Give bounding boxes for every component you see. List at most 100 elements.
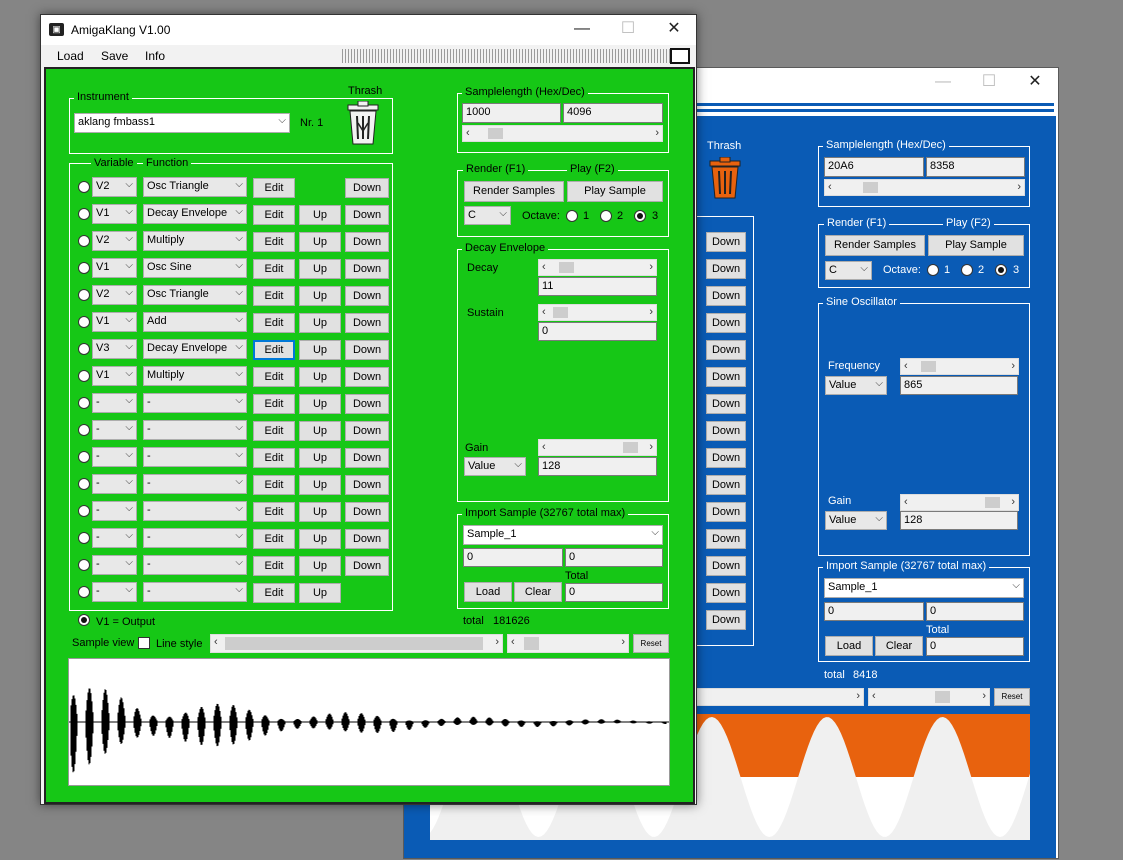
back-down-button[interactable]: Down	[706, 340, 746, 360]
up-button[interactable]: Up	[299, 556, 341, 576]
line-style-checkbox[interactable]	[138, 637, 150, 649]
back-samplelength-scrollbar[interactable]: ‹ ›	[824, 179, 1025, 196]
variable-select[interactable]: V2 ⌵	[92, 285, 137, 305]
menu-load[interactable]: Load	[57, 49, 84, 63]
up-button[interactable]: Up	[299, 475, 341, 495]
back-note-select[interactable]: C ⌵	[825, 261, 872, 280]
variable-select[interactable]: - ⌵	[92, 555, 137, 575]
down-button[interactable]: Down	[345, 394, 389, 414]
back-down-button[interactable]: Down	[706, 448, 746, 468]
row-radio[interactable]	[78, 559, 90, 571]
trash-icon[interactable]	[346, 100, 380, 145]
up-button[interactable]: Up	[299, 448, 341, 468]
edit-button[interactable]: Edit	[253, 394, 295, 414]
back-import-field-b[interactable]: 0	[926, 602, 1024, 621]
edit-button[interactable]: Edit	[253, 556, 295, 576]
back-import-field-a[interactable]: 0	[824, 602, 924, 621]
row-radio[interactable]	[78, 289, 90, 301]
edit-button[interactable]: Edit	[253, 475, 295, 495]
variable-select[interactable]: - ⌵	[92, 501, 137, 521]
back-down-button[interactable]: Down	[706, 286, 746, 306]
function-select[interactable]: - ⌵	[143, 474, 247, 494]
up-button[interactable]: Up	[299, 340, 341, 360]
function-select[interactable]: Osc Triangle ⌵	[143, 285, 247, 305]
row-radio[interactable]	[78, 208, 90, 220]
function-select[interactable]: Decay Envelope ⌵	[143, 204, 247, 224]
import-clear-button[interactable]: Clear	[514, 582, 562, 602]
edit-button[interactable]: Edit	[253, 286, 295, 306]
function-select[interactable]: Multiply ⌵	[143, 366, 247, 386]
row-radio[interactable]	[78, 505, 90, 517]
variable-select[interactable]: V1 ⌵	[92, 312, 137, 332]
back-play-sample-button[interactable]: Play Sample	[928, 235, 1024, 256]
back-trash-icon[interactable]	[707, 156, 743, 199]
row-radio[interactable]	[78, 586, 90, 598]
up-button[interactable]: Up	[299, 286, 341, 306]
back-octave-1-radio[interactable]	[927, 264, 939, 276]
back-frequency-scrollbar[interactable]: ‹ ›	[900, 358, 1019, 375]
down-button[interactable]: Down	[345, 475, 389, 495]
function-select[interactable]: - ⌵	[143, 555, 247, 575]
up-button[interactable]: Up	[299, 583, 341, 603]
menu-save[interactable]: Save	[101, 49, 128, 63]
gain-field[interactable]: 128	[538, 457, 657, 476]
back-down-button[interactable]: Down	[706, 502, 746, 522]
variable-select[interactable]: - ⌵	[92, 420, 137, 440]
minimize-button[interactable]: —	[559, 15, 605, 45]
up-button[interactable]: Up	[299, 421, 341, 441]
edit-button[interactable]: Edit	[253, 529, 295, 549]
back-down-button[interactable]: Down	[706, 610, 746, 630]
back-down-button[interactable]: Down	[706, 313, 746, 333]
edit-button[interactable]: Edit	[253, 178, 295, 198]
back-gain-scrollbar[interactable]: ‹ ›	[900, 494, 1019, 511]
variable-select[interactable]: V2 ⌵	[92, 177, 137, 197]
row-radio[interactable]	[78, 424, 90, 436]
variable-select[interactable]: V2 ⌵	[92, 231, 137, 251]
function-select[interactable]: - ⌵	[143, 528, 247, 548]
function-select[interactable]: - ⌵	[143, 447, 247, 467]
back-load-button[interactable]: Load	[825, 636, 873, 656]
up-button[interactable]: Up	[299, 259, 341, 279]
instrument-select[interactable]: aklang fmbass1 ⌵	[74, 113, 290, 133]
sustain-field[interactable]: 0	[538, 322, 657, 341]
back-down-button[interactable]: Down	[706, 421, 746, 441]
back-down-button[interactable]: Down	[706, 367, 746, 387]
back-down-button[interactable]: Down	[706, 556, 746, 576]
up-button[interactable]: Up	[299, 313, 341, 333]
render-samples-button[interactable]: Render Samples	[464, 181, 564, 202]
back-close-button[interactable]: ✕	[1012, 68, 1058, 98]
variable-select[interactable]: V1 ⌵	[92, 366, 137, 386]
up-button[interactable]: Up	[299, 394, 341, 414]
decay-scrollbar[interactable]: ‹ ›	[538, 259, 657, 276]
variable-select[interactable]: - ⌵	[92, 393, 137, 413]
back-down-button[interactable]: Down	[706, 529, 746, 549]
hex-field[interactable]: 1000	[462, 103, 561, 123]
down-button[interactable]: Down	[345, 232, 389, 252]
close-button[interactable]: ✕	[651, 15, 697, 45]
variable-select[interactable]: V1 ⌵	[92, 258, 137, 278]
edit-button[interactable]: Edit	[253, 583, 295, 603]
back-frequency-mode-select[interactable]: Value ⌵	[825, 376, 887, 395]
back-minimize-button[interactable]: —	[920, 68, 966, 98]
import-field-a[interactable]: 0	[463, 548, 563, 567]
function-select[interactable]: - ⌵	[143, 393, 247, 413]
screen-mode-icon[interactable]	[670, 48, 690, 64]
samplelength-scrollbar[interactable]: ‹ ›	[462, 125, 663, 142]
row-radio[interactable]	[78, 451, 90, 463]
row-radio[interactable]	[78, 397, 90, 409]
edit-button[interactable]: Edit	[253, 313, 295, 333]
back-clear-button[interactable]: Clear	[875, 636, 923, 656]
down-button[interactable]: Down	[345, 448, 389, 468]
up-button[interactable]: Up	[299, 205, 341, 225]
function-select[interactable]: - ⌵	[143, 420, 247, 440]
back-view-scrollbar[interactable]: ›	[694, 688, 864, 706]
function-select[interactable]: - ⌵	[143, 582, 247, 602]
up-button[interactable]: Up	[299, 529, 341, 549]
gain-mode-select[interactable]: Value ⌵	[464, 457, 526, 476]
down-button[interactable]: Down	[345, 529, 389, 549]
down-button[interactable]: Down	[345, 205, 389, 225]
up-button[interactable]: Up	[299, 367, 341, 387]
note-select[interactable]: C ⌵	[464, 206, 511, 225]
back-dec-field[interactable]: 8358	[926, 157, 1025, 177]
sustain-scrollbar[interactable]: ‹ ›	[538, 304, 657, 321]
